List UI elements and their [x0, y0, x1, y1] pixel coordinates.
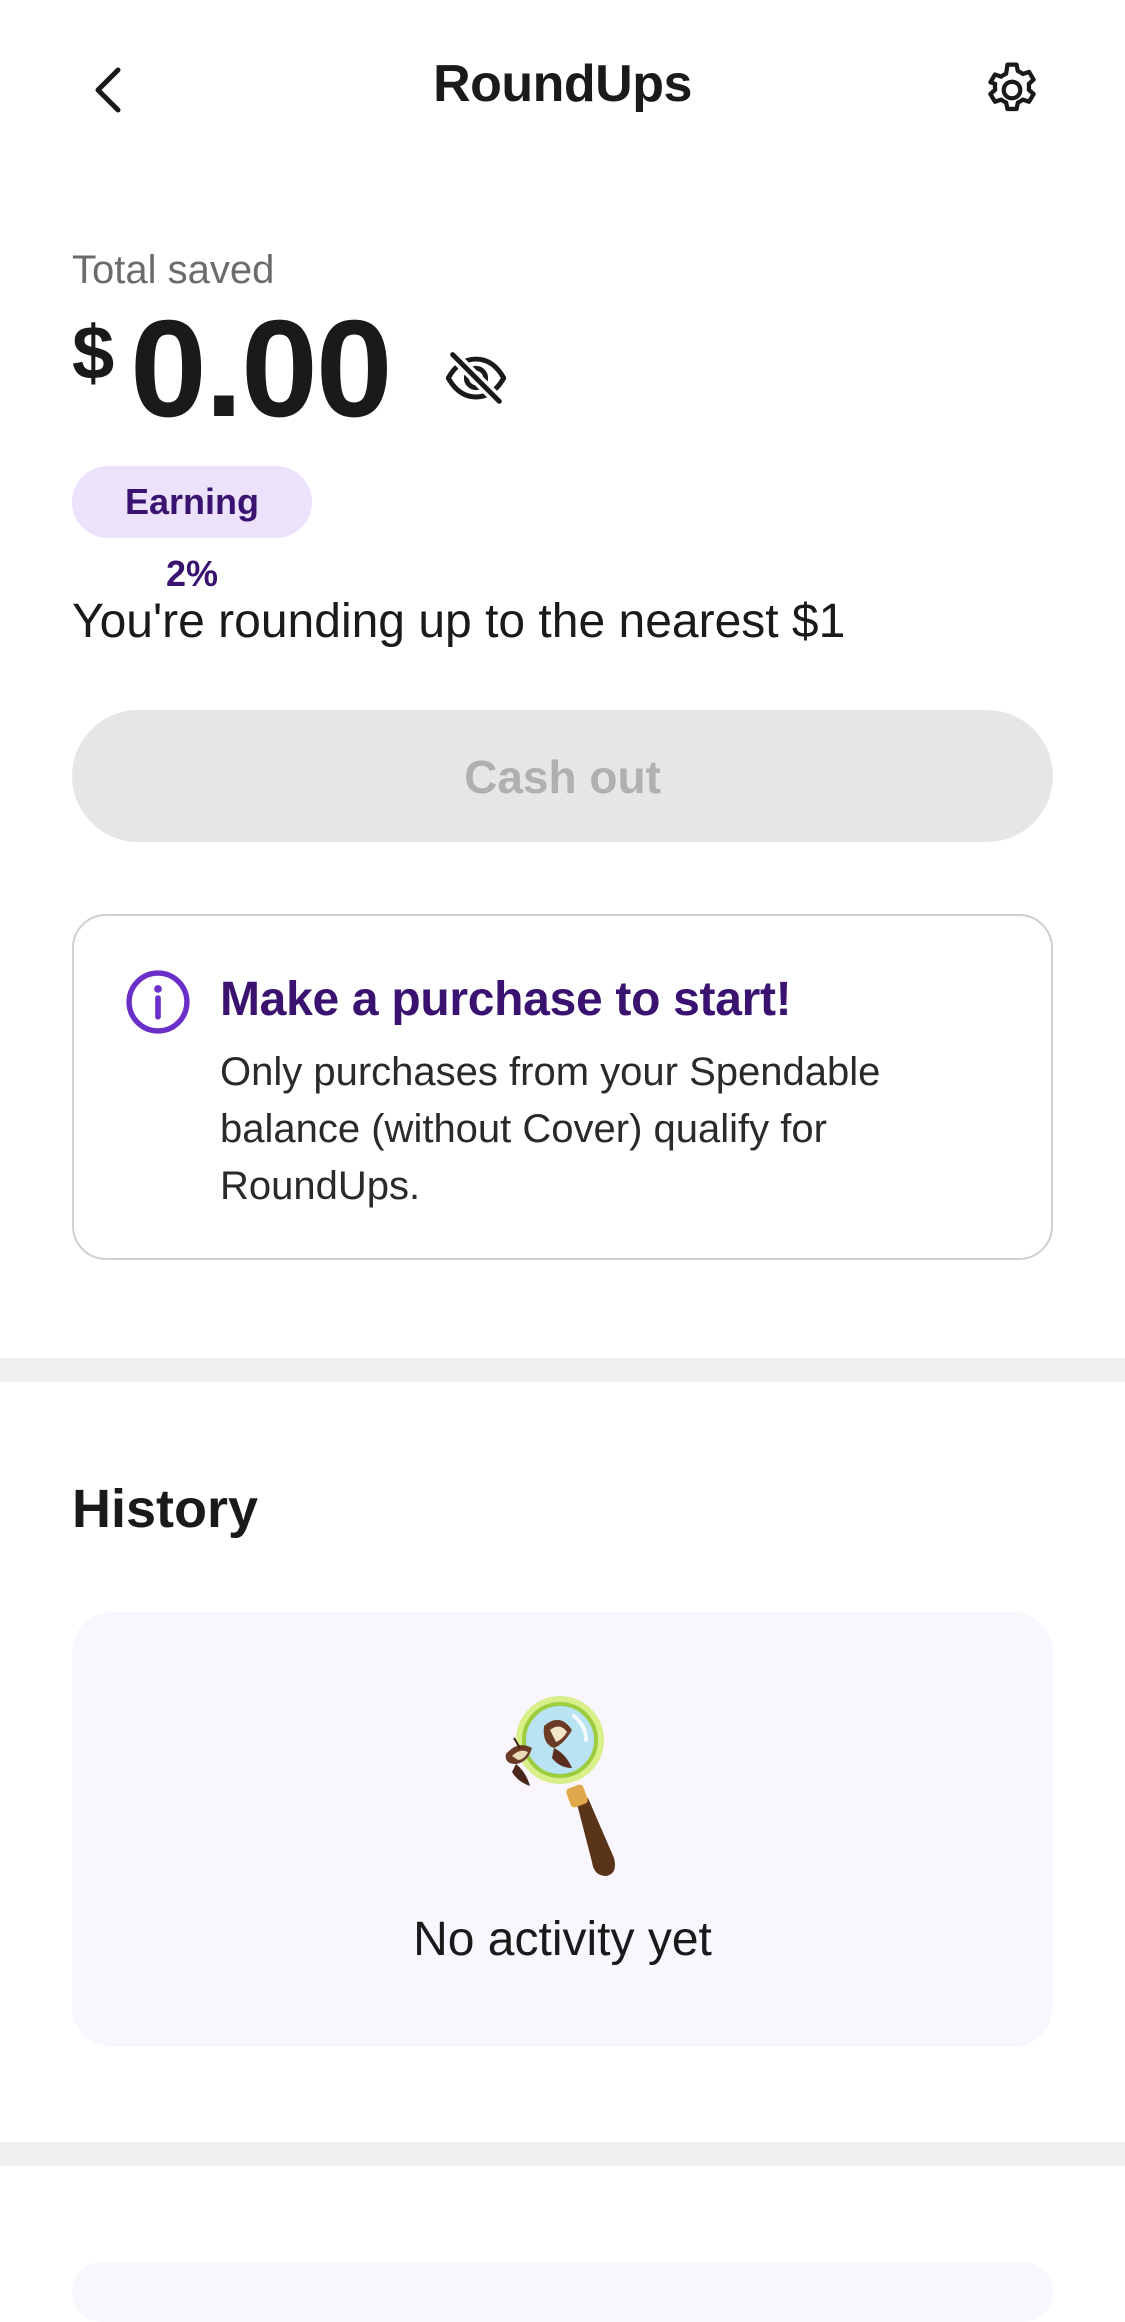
empty-state-text: No activity yet: [413, 1913, 712, 1966]
page-title: RoundUps: [433, 55, 692, 113]
rounding-description: You're rounding up to the nearest $1: [72, 595, 846, 648]
history-heading: History: [72, 1479, 259, 1539]
gear-icon: [988, 62, 1036, 112]
total-saved-label: Total saved: [72, 248, 275, 292]
amount-value: 0.00: [130, 292, 393, 446]
earning-rate-badge: Earning 2%: [72, 466, 312, 594]
hide-balance-toggle[interactable]: [438, 340, 514, 416]
top-bar: RoundUps: [0, 0, 1125, 176]
info-card-title: Make a purchase to start!: [220, 973, 792, 1026]
history-empty-state: No activity yet: [72, 1612, 1053, 2047]
info-card-body: Only purchases from your Spendable balan…: [220, 1050, 881, 1208]
magnifying-glass-illustration: [505, 1696, 615, 1876]
settings-button[interactable]: [972, 50, 1052, 130]
cash-out-button[interactable]: Cash out: [72, 710, 1053, 842]
section-divider-bottom: [0, 2142, 1125, 2166]
currency-symbol: $: [72, 311, 115, 396]
start-info-card: Make a purchase to start! Only purchases…: [72, 914, 1053, 1260]
next-section-card: [72, 2262, 1053, 2322]
eye-off-icon: [445, 350, 507, 406]
info-icon: [126, 970, 190, 1034]
section-divider: [0, 1358, 1125, 1382]
